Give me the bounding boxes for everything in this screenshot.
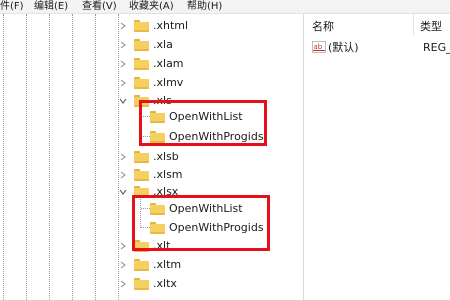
tree-item-xlmv[interactable]: .xlmv bbox=[0, 74, 303, 92]
folder-icon bbox=[134, 169, 149, 181]
string-value-icon: ab bbox=[312, 41, 326, 53]
registry-values-pane: 名称 类型 ab (默认) REG_ bbox=[304, 14, 450, 300]
column-header-name[interactable]: 名称 bbox=[304, 14, 413, 36]
tree-item-label: .xltm bbox=[153, 258, 182, 271]
folder-icon bbox=[134, 77, 149, 89]
tree-item-xlam[interactable]: .xlam bbox=[0, 55, 303, 73]
chevron-right-icon[interactable] bbox=[117, 239, 129, 253]
chevron-down-icon[interactable] bbox=[117, 94, 129, 108]
tree-item-label: .xlam bbox=[153, 57, 184, 70]
chevron-right-icon[interactable] bbox=[117, 277, 129, 291]
chevron-right-icon[interactable] bbox=[117, 258, 129, 272]
menu-file[interactable]: 件(F) bbox=[0, 0, 24, 13]
folder-icon bbox=[134, 39, 149, 51]
menu-view[interactable]: 查看(V) bbox=[82, 0, 117, 13]
tree-item-xltx[interactable]: .xltx bbox=[0, 275, 303, 293]
tree-item-label: .xlsm bbox=[153, 168, 183, 181]
tree-item-xlsb[interactable]: .xlsb bbox=[0, 148, 303, 166]
column-header-type[interactable]: 类型 bbox=[414, 14, 450, 36]
menu-bar: 件(F) 编辑(E) 查看(V) 收藏夹(A) 帮助(H) bbox=[0, 0, 450, 14]
menu-help[interactable]: 帮助(H) bbox=[187, 0, 222, 13]
folder-icon bbox=[134, 278, 149, 290]
highlight-box-xls bbox=[139, 100, 267, 146]
chevron-down-icon[interactable] bbox=[117, 185, 129, 199]
chevron-right-icon[interactable] bbox=[117, 168, 129, 182]
folder-icon bbox=[134, 151, 149, 163]
value-row[interactable]: ab (默认) REG_ bbox=[304, 38, 450, 56]
value-type: REG_ bbox=[423, 41, 450, 54]
chevron-right-icon[interactable] bbox=[117, 19, 129, 33]
chevron-right-icon[interactable] bbox=[117, 38, 129, 52]
tree-item-xltm[interactable]: .xltm bbox=[0, 256, 303, 274]
column-header-type-label: 类型 bbox=[420, 20, 442, 33]
tree-item-label: .xltx bbox=[153, 277, 177, 290]
tree-item-label: .xla bbox=[153, 38, 173, 51]
svg-text:ab: ab bbox=[314, 43, 323, 51]
tree-item-xlsm[interactable]: .xlsm bbox=[0, 166, 303, 184]
tree-item-xla[interactable]: .xla bbox=[0, 36, 303, 54]
tree-item-label: .xlmv bbox=[153, 76, 184, 89]
chevron-right-icon[interactable] bbox=[117, 57, 129, 71]
registry-key-tree[interactable]: .xhtml .xla .xlam .xlmv .xls OpenWithLis… bbox=[0, 14, 303, 300]
chevron-right-icon[interactable] bbox=[117, 150, 129, 164]
menu-edit[interactable]: 编辑(E) bbox=[34, 0, 68, 13]
highlight-box-xlsx bbox=[132, 195, 270, 251]
tree-item-label: .xhtml bbox=[153, 19, 189, 32]
tree-item-label: .xlsb bbox=[153, 150, 179, 163]
folder-icon bbox=[134, 20, 149, 32]
chevron-right-icon[interactable] bbox=[117, 76, 129, 90]
tree-item-xhtml[interactable]: .xhtml bbox=[0, 17, 303, 35]
folder-icon bbox=[134, 58, 149, 70]
value-name: (默认) bbox=[328, 41, 359, 54]
folder-icon bbox=[134, 259, 149, 271]
column-header-name-label: 名称 bbox=[312, 20, 334, 33]
menu-favorites[interactable]: 收藏夹(A) bbox=[129, 0, 174, 13]
